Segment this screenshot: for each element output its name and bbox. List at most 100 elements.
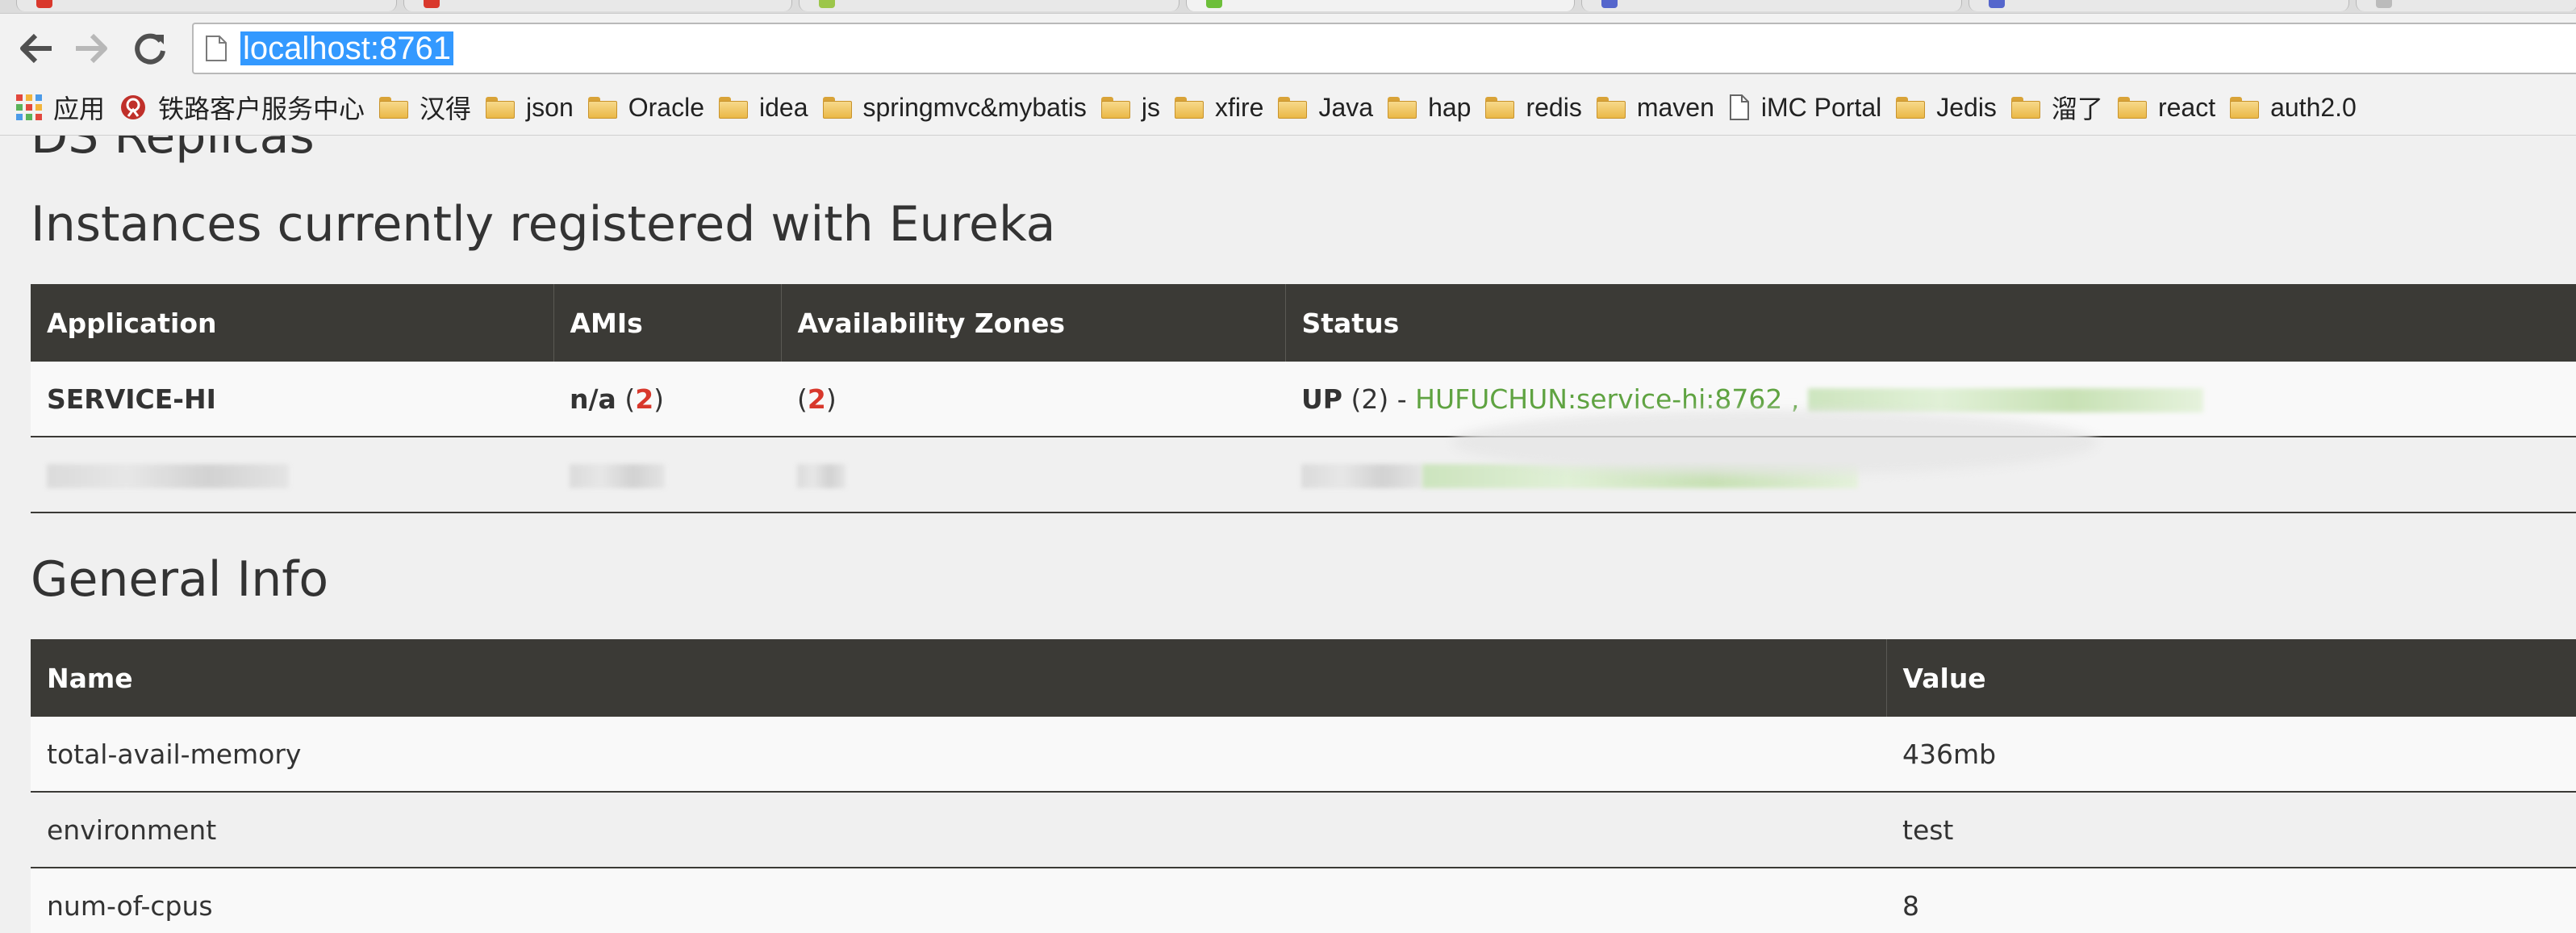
instances-header-row: Application AMIs Availability Zones Stat… (31, 284, 2576, 362)
general-info-header-row: Name Value (31, 639, 2576, 717)
bookmark-folder[interactable]: redis (1485, 88, 1582, 127)
folder-icon (1100, 96, 1130, 119)
bookmark-label: 铁路客户服务中心 (158, 94, 365, 123)
column-header-application: Application (31, 284, 554, 362)
redacted-zones (781, 437, 1285, 513)
browser-tab[interactable] (799, 0, 1179, 11)
bookmark-label: 溜了 (2051, 94, 2103, 123)
tab-strip (0, 0, 2576, 14)
folder-icon (2117, 96, 2147, 119)
bookmark-label: iMC Portal (1760, 92, 1882, 122)
bookmark-folder[interactable]: hap (1388, 88, 1471, 127)
ds-replicas-heading: DS Replicas (31, 136, 315, 165)
folder-icon (1596, 96, 1626, 119)
zones-cell: (2) (781, 362, 1285, 437)
forward-arrow-icon (76, 33, 107, 64)
folder-icon (1485, 96, 1515, 119)
bookmark-folder[interactable]: json (486, 88, 574, 127)
info-name: num-of-cpus (31, 868, 1886, 933)
tab-favicon-icon (36, 0, 52, 8)
bookmark-railway[interactable]: 铁路客户服务中心 (119, 88, 365, 127)
browser-tab-active[interactable] (1186, 0, 1575, 11)
back-button[interactable] (13, 26, 58, 71)
bookmark-label: Java (1318, 92, 1374, 122)
instances-title: Instances currently registered with Eure… (31, 196, 1056, 253)
folder-icon (587, 96, 617, 119)
browser-chrome: localhost:8761 应用 铁路客户服务中心 汉得 json Oracl… (0, 0, 2576, 136)
bookmark-folder[interactable]: react (2117, 88, 2216, 127)
folder-icon (1896, 96, 1926, 119)
bookmark-folder[interactable]: Jedis (1896, 88, 1997, 127)
bookmark-apps[interactable]: 应用 (16, 88, 105, 127)
bookmark-folder[interactable]: xfire (1175, 88, 1263, 127)
bookmark-folder[interactable]: springmvc&mybatis (822, 88, 1087, 127)
bookmark-folder[interactable]: 溜了 (2010, 88, 2103, 127)
info-value: test (1886, 792, 2576, 868)
table-row: environment test (31, 792, 2576, 868)
redacted-instance-link (1807, 388, 2203, 412)
folder-icon (1175, 96, 1204, 119)
folder-icon (2010, 96, 2040, 119)
instances-table: Application AMIs Availability Zones Stat… (31, 284, 2576, 513)
general-info-title: General Info (31, 551, 329, 608)
bookmark-label: json (526, 92, 574, 122)
bookmark-folder[interactable]: maven (1596, 88, 1714, 127)
back-arrow-icon (20, 33, 52, 64)
zones-close: ) (825, 383, 837, 415)
browser-tab[interactable] (403, 0, 792, 11)
redacted-text (570, 464, 665, 488)
folder-icon (719, 96, 748, 119)
page-icon (206, 36, 227, 61)
tab-favicon-icon (819, 0, 835, 8)
redacted-application (31, 437, 553, 513)
zones-open: ( (797, 383, 808, 415)
bookmark-label: 汉得 (420, 94, 472, 123)
address-url-text[interactable]: localhost:8761 (240, 31, 453, 65)
ami-count-close: ) (653, 383, 665, 415)
column-header-value: Value (1886, 639, 2576, 717)
folder-icon (1278, 96, 1308, 119)
tab-favicon-icon (424, 0, 440, 8)
bookmark-label: js (1141, 92, 1161, 122)
forward-button[interactable] (69, 26, 115, 71)
folder-icon (822, 96, 852, 119)
tab-favicon-icon (1989, 0, 2005, 8)
table-row: SERVICE-HI n/a (2) (2) UP (2) - HUFUCHUN… (31, 362, 2576, 437)
bookmark-folder[interactable]: Java (1278, 88, 1373, 127)
ami-cell: n/a (2) (553, 362, 781, 437)
bookmark-folder[interactable]: idea (719, 88, 808, 127)
table-row-redacted (31, 437, 2576, 513)
ami-label: n/a (570, 383, 616, 415)
bookmark-label: redis (1526, 92, 1582, 122)
bookmark-label: springmvc&mybatis (862, 92, 1087, 122)
general-info-table: Name Value total-avail-memory 436mb envi… (31, 639, 2576, 933)
table-row: total-avail-memory 436mb (31, 717, 2576, 793)
reload-button[interactable] (127, 26, 173, 71)
bookmark-label: react (2157, 92, 2216, 122)
info-name: environment (31, 792, 1886, 868)
bookmark-folder[interactable]: js (1100, 88, 1161, 127)
folder-icon (1388, 96, 1417, 119)
bookmark-page[interactable]: iMC Portal (1729, 88, 1881, 127)
redacted-text (797, 464, 845, 488)
info-value: 8 (1886, 868, 2576, 933)
folder-icon (379, 96, 409, 119)
bookmark-label: idea (759, 92, 808, 122)
browser-tab[interactable] (1969, 0, 2349, 11)
bookmark-folder[interactable]: Oracle (587, 88, 704, 127)
scribble-overlay (1452, 410, 2098, 475)
browser-tab[interactable] (2356, 0, 2576, 11)
column-header-name: Name (31, 639, 1887, 717)
eureka-dashboard: DS Replicas Instances currently register… (0, 136, 2576, 933)
tab-favicon-icon (1206, 0, 1222, 8)
browser-tab[interactable] (1581, 0, 1962, 11)
bookmark-folder[interactable]: auth2.0 (2230, 88, 2357, 127)
bookmark-label: hap (1428, 92, 1472, 122)
column-header-zones: Availability Zones (781, 284, 1286, 362)
address-bar[interactable]: localhost:8761 (192, 23, 2576, 74)
bookmark-label: auth2.0 (2270, 92, 2357, 122)
tab-favicon-icon (1601, 0, 1618, 8)
bookmark-folder[interactable]: 汉得 (379, 88, 471, 127)
redacted-ami (553, 437, 781, 513)
browser-tab[interactable] (16, 0, 397, 11)
